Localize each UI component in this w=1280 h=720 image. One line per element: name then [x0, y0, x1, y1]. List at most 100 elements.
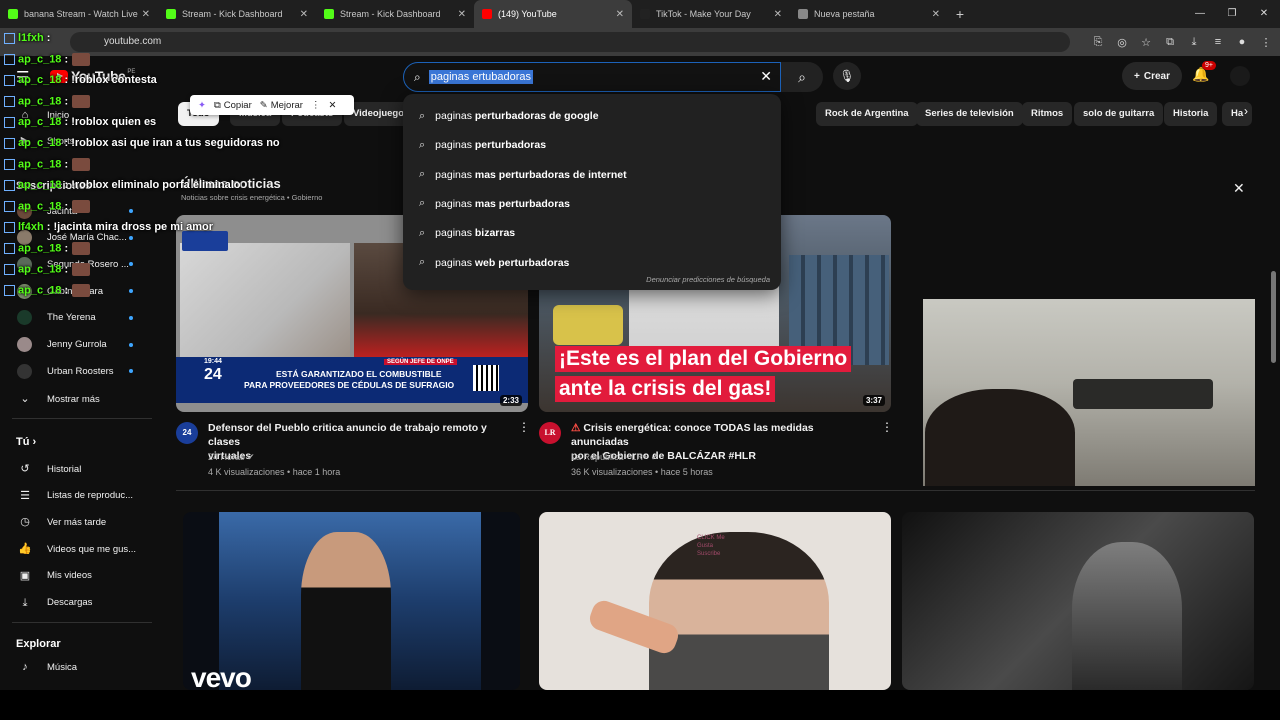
- search-suggestion[interactable]: ⌕ paginas perturbadoras de google: [403, 102, 781, 130]
- minimize-icon[interactable]: —: [1184, 0, 1216, 28]
- browser-tab[interactable]: Nueva pestaña ✕: [790, 0, 948, 28]
- close-tab-icon[interactable]: ✕: [616, 9, 624, 20]
- install-icon[interactable]: ⎘: [1092, 36, 1104, 49]
- chat-message: ap_c_18 : !roblox quien es: [4, 116, 156, 128]
- chat-username: ap_c_18: [18, 53, 62, 66]
- close-tab-icon[interactable]: ✕: [300, 9, 308, 20]
- restore-icon[interactable]: ❐: [1216, 0, 1248, 28]
- search-suggestion[interactable]: ⌕ paginas mas perturbadoras de internet: [403, 161, 781, 189]
- sidebar-item-label: Descargas: [47, 597, 93, 608]
- eye-off-icon[interactable]: ◎: [1116, 36, 1128, 49]
- search-suggestion[interactable]: ⌕ paginas perturbadoras: [403, 131, 781, 159]
- thumbnail-image: [1072, 542, 1182, 690]
- voice-search-button[interactable]: 🎙: [833, 62, 861, 90]
- sidebar-item-label: Mostrar más: [47, 393, 100, 405]
- notifications-button[interactable]: 🔔 9+: [1192, 61, 1216, 83]
- chat-text: !roblox contesta: [71, 74, 157, 86]
- you-label: Tú: [16, 436, 30, 448]
- search-button[interactable]: ⌕: [781, 62, 823, 92]
- account-avatar[interactable]: [1230, 66, 1250, 86]
- close-tab-icon[interactable]: ✕: [774, 9, 782, 20]
- badge-icon: [4, 285, 15, 296]
- selection-popup: ✦ ⧉ Copiar ✎ Mejorar ⋮ ✕: [190, 95, 354, 115]
- clear-search-icon[interactable]: ✕: [760, 68, 772, 85]
- improve-button[interactable]: Mejorar: [271, 100, 303, 111]
- bookmark-star-icon[interactable]: ☆: [1140, 36, 1152, 49]
- suggestion-prefix: paginas: [435, 256, 475, 269]
- close-tab-icon[interactable]: ✕: [142, 9, 150, 20]
- playlist-icon: ☰: [20, 489, 30, 502]
- close-window-icon[interactable]: ✕: [1248, 0, 1280, 28]
- page-scrollbar[interactable]: [1271, 271, 1276, 363]
- sidebar-item[interactable]: ♪ Música: [0, 654, 155, 680]
- search-suggestion[interactable]: ⌕ paginas mas perturbadoras: [403, 190, 781, 218]
- browser-tab[interactable]: TikTok - Make Your Day ✕: [632, 0, 790, 28]
- browser-tab[interactable]: Stream - Kick Dashboard ✕: [158, 0, 316, 28]
- news-shelf-subtitle: Noticias sobre crisis energética • Gobie…: [181, 193, 323, 202]
- browser-tab[interactable]: banana Stream - Watch Live c ✕: [0, 0, 158, 28]
- browser-tab[interactable]: (149) YouTube ✕: [474, 0, 632, 28]
- sidebar-item[interactable]: Urban Roosters: [0, 358, 155, 384]
- filter-chip[interactable]: Historia: [1164, 102, 1218, 126]
- search-box[interactable]: ⌕ paginas ertubadoras ✕: [403, 62, 781, 92]
- filter-chip[interactable]: solo de guitarra: [1074, 102, 1164, 126]
- profile-icon[interactable]: ●: [1236, 36, 1248, 48]
- tab-title: TikTok - Make Your Day: [656, 9, 751, 19]
- sidebar-item[interactable]: ↺ Historial: [0, 456, 155, 482]
- chat-username: ap_c_18: [18, 95, 62, 108]
- copy-button[interactable]: Copiar: [224, 100, 252, 111]
- sidebar-item[interactable]: ▣ Mis videos: [0, 563, 155, 589]
- microphone-icon: 🎙: [839, 69, 855, 83]
- browser-tab[interactable]: Stream - Kick Dashboard ✕: [316, 0, 474, 28]
- video-thumbnail[interactable]: vevo: [183, 512, 520, 690]
- close-popup-icon[interactable]: ✕: [328, 100, 336, 111]
- sidebar-item[interactable]: Jenny Gurrola: [0, 332, 155, 358]
- address-bar[interactable]: youtube.com: [70, 32, 1070, 52]
- suggestion-completion: bizarras: [474, 227, 516, 240]
- chat-message: ap_c_18 :: [4, 284, 91, 297]
- channel-name[interactable]: 24 Horas ✔: [208, 450, 255, 464]
- suggestion-completion: mas perturbadoras de internet: [474, 168, 627, 181]
- channel-avatar[interactable]: LR: [539, 422, 561, 444]
- download-icon[interactable]: ⤓: [1188, 36, 1200, 49]
- you-heading[interactable]: Tú ›: [16, 436, 36, 448]
- more-vert-icon[interactable]: ⋮: [1260, 36, 1272, 49]
- search-suggestion[interactable]: ⌕ paginas bizarras: [403, 219, 781, 247]
- chat-username: ap_c_18: [18, 137, 62, 149]
- channel-name[interactable]: La República - LR+ ✔: [571, 450, 658, 464]
- video-thumbnail[interactable]: [902, 512, 1254, 690]
- video-thumbnail[interactable]: CLICK Me Gusta Suscribe: [539, 512, 891, 690]
- live-dot: [129, 342, 133, 347]
- sidebar-item[interactable]: The Yerena: [0, 305, 155, 331]
- channel-avatar[interactable]: 24: [176, 422, 198, 444]
- new-tab-button[interactable]: +: [948, 0, 972, 28]
- suggestion-prefix: paginas: [435, 168, 475, 181]
- media-icon[interactable]: ≡: [1212, 36, 1224, 48]
- filter-chip[interactable]: Ritmos: [1022, 102, 1073, 126]
- more-vert-icon[interactable]: ⋮: [881, 420, 893, 434]
- search-icon: ⌕: [419, 226, 426, 239]
- close-tab-icon[interactable]: ✕: [458, 9, 466, 20]
- sidebar-item[interactable]: ⤓ Descargas: [0, 590, 155, 616]
- more-vert-icon[interactable]: ⋮: [311, 100, 321, 111]
- filter-chip[interactable]: Rock de Argentina: [816, 102, 918, 126]
- chat-message: ap_c_18 :: [4, 200, 91, 213]
- badge-icon: [4, 96, 15, 107]
- filter-chip[interactable]: Series de televisión: [916, 102, 1023, 126]
- warning-icon: ⚠: [571, 422, 584, 434]
- search-suggestion[interactable]: ⌕ paginas web perturbadoras: [403, 249, 781, 277]
- close-tab-icon[interactable]: ✕: [932, 9, 940, 20]
- sidebar-item[interactable]: ☰ Listas de reproduc...: [0, 483, 155, 509]
- more-vert-icon[interactable]: ⋮: [518, 420, 530, 434]
- search-input[interactable]: paginas ertubadoras: [428, 70, 534, 84]
- extensions-icon[interactable]: ⧉: [1164, 36, 1176, 49]
- sidebar-item[interactable]: 👍 Videos que me gus...: [0, 536, 155, 562]
- chevron-right-icon[interactable]: ›: [1244, 104, 1248, 118]
- chat-emote: [72, 95, 91, 108]
- sidebar-item[interactable]: ⌄ Mostrar más: [0, 386, 155, 412]
- video-title-text: Crisis energética: conoce TODAS las medi…: [571, 422, 814, 448]
- sidebar-item[interactable]: ◷ Ver más tarde: [0, 509, 155, 535]
- close-shelf-icon[interactable]: ✕: [1233, 180, 1245, 197]
- create-button[interactable]: + Crear: [1122, 62, 1182, 90]
- youtube-icon: [482, 9, 492, 19]
